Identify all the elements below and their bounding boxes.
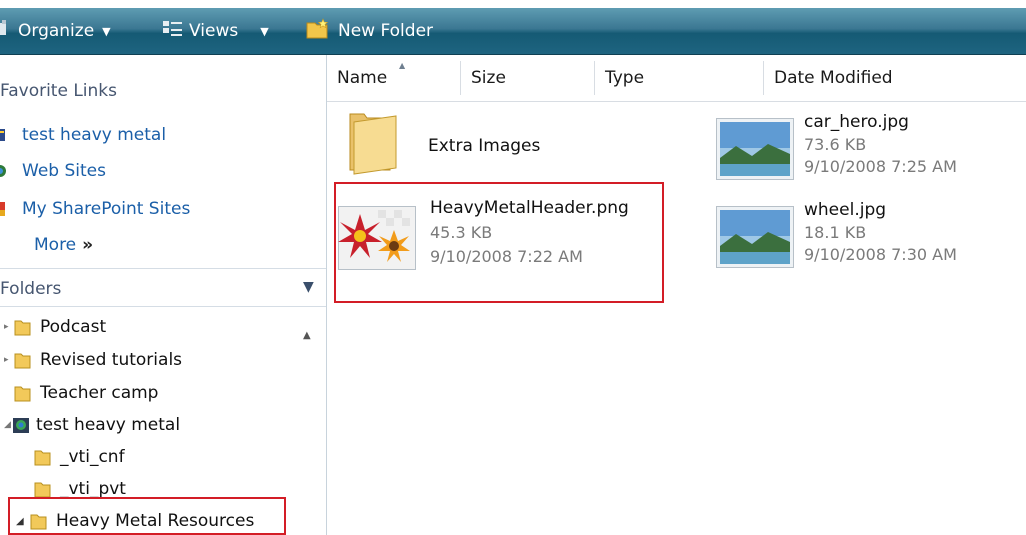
column-header-size[interactable]: Size — [461, 55, 594, 101]
scroll-up-arrow[interactable]: ▲ — [303, 330, 311, 341]
navigation-pane: Favorite Links test heavy metal Web Site… — [0, 55, 327, 535]
file-name: car_hero.jpg — [804, 112, 909, 132]
collapse-arrow-icon: ◢ — [4, 420, 11, 430]
nav-divider — [0, 306, 326, 307]
file-size: 73.6 KB — [804, 135, 867, 154]
new-folder-label: New Folder — [338, 21, 434, 41]
tree-item-podcast[interactable]: ▸ Podcast — [4, 313, 106, 341]
folder-item-extra-images[interactable]: Extra Images — [336, 108, 666, 180]
chevron-down-icon: ▼ — [102, 24, 111, 38]
favorite-link-test-heavy-metal[interactable]: test heavy metal — [0, 121, 166, 149]
globe-icon — [0, 165, 6, 177]
organize-menu-button[interactable]: Organize ▼ — [0, 8, 111, 54]
tree-item-label: test heavy metal — [36, 415, 181, 435]
favorite-link-sharepoint-sites[interactable]: My SharePoint Sites — [0, 195, 190, 223]
tree-item-teacher-camp[interactable]: Teacher camp — [14, 379, 158, 407]
organize-icon — [0, 19, 12, 43]
folder-icon — [14, 386, 31, 402]
tree-item-label: _vti_pvt — [60, 479, 126, 499]
column-date-label: Date Modified — [774, 68, 893, 88]
views-label: Views — [189, 21, 239, 41]
expand-arrow-icon: ▸ — [4, 355, 9, 365]
chevron-down-icon[interactable]: ▼ — [303, 279, 314, 295]
folder-icon — [14, 353, 31, 369]
double-chevron-icon: » — [82, 235, 94, 255]
highlight-annotation — [334, 182, 664, 303]
views-icon — [163, 20, 183, 43]
folder-icon — [349, 113, 397, 175]
image-thumbnail-icon — [716, 206, 794, 268]
command-toolbar: Organize ▼ Views ▼ New Folder — [0, 8, 1026, 55]
favorite-link-web-sites[interactable]: Web Sites — [0, 157, 106, 185]
column-type-label: Type — [605, 68, 645, 88]
site-icon — [0, 129, 5, 141]
file-item-car-hero[interactable]: car_hero.jpg 73.6 KB 9/10/2008 7:25 AM — [714, 112, 1014, 184]
more-links-button[interactable]: More» — [34, 235, 93, 255]
file-date: 9/10/2008 7:30 AM — [804, 245, 957, 264]
favorite-link-label: Web Sites — [22, 161, 106, 181]
column-header-date-modified[interactable]: Date Modified — [764, 55, 1026, 101]
favorite-link-label: My SharePoint Sites — [22, 199, 191, 219]
folder-icon — [34, 482, 51, 498]
file-name: Extra Images — [428, 136, 541, 156]
tree-item-label: Revised tutorials — [40, 350, 183, 370]
file-date: 9/10/2008 7:25 AM — [804, 157, 957, 176]
chevron-down-icon: ▼ — [260, 24, 269, 38]
folders-heading[interactable]: Folders — [0, 279, 61, 299]
column-name-label: Name — [337, 68, 388, 88]
new-folder-button[interactable]: New Folder — [306, 8, 433, 54]
favorite-link-label: test heavy metal — [22, 125, 167, 145]
column-size-label: Size — [471, 68, 506, 88]
tree-item-vti-cnf[interactable]: _vti_cnf — [34, 443, 125, 471]
folder-icon — [34, 450, 51, 466]
column-header-type[interactable]: Type — [595, 55, 763, 101]
sharepoint-icon — [0, 202, 5, 216]
file-name: wheel.jpg — [804, 200, 887, 220]
file-size: 18.1 KB — [804, 223, 867, 242]
sort-ascending-icon: ▲ — [399, 61, 406, 70]
favorite-links-heading: Favorite Links — [0, 81, 118, 101]
new-folder-icon — [306, 17, 330, 45]
highlight-annotation — [8, 497, 286, 535]
organize-label: Organize — [18, 21, 95, 41]
file-item-wheel[interactable]: wheel.jpg 18.1 KB 9/10/2008 7:30 AM — [714, 200, 1014, 276]
tree-item-label: Teacher camp — [40, 383, 159, 403]
image-thumbnail-icon — [716, 118, 794, 180]
views-menu-button[interactable]: Views ▼ — [163, 8, 269, 54]
nav-divider — [0, 268, 326, 269]
tree-item-label: _vti_cnf — [60, 447, 125, 467]
column-header-row: Name ▲ Size Type Date Modified — [327, 55, 1026, 102]
site-folder-icon — [13, 418, 29, 433]
tree-item-test-heavy-metal[interactable]: ◢ test heavy metal — [4, 411, 180, 439]
tree-item-label: Podcast — [40, 317, 107, 337]
column-header-name[interactable]: Name — [327, 55, 460, 101]
tree-item-revised-tutorials[interactable]: ▸ Revised tutorials — [4, 346, 182, 374]
expand-arrow-icon: ▸ — [4, 322, 9, 332]
more-label: More — [34, 235, 77, 255]
folder-icon — [14, 320, 31, 336]
